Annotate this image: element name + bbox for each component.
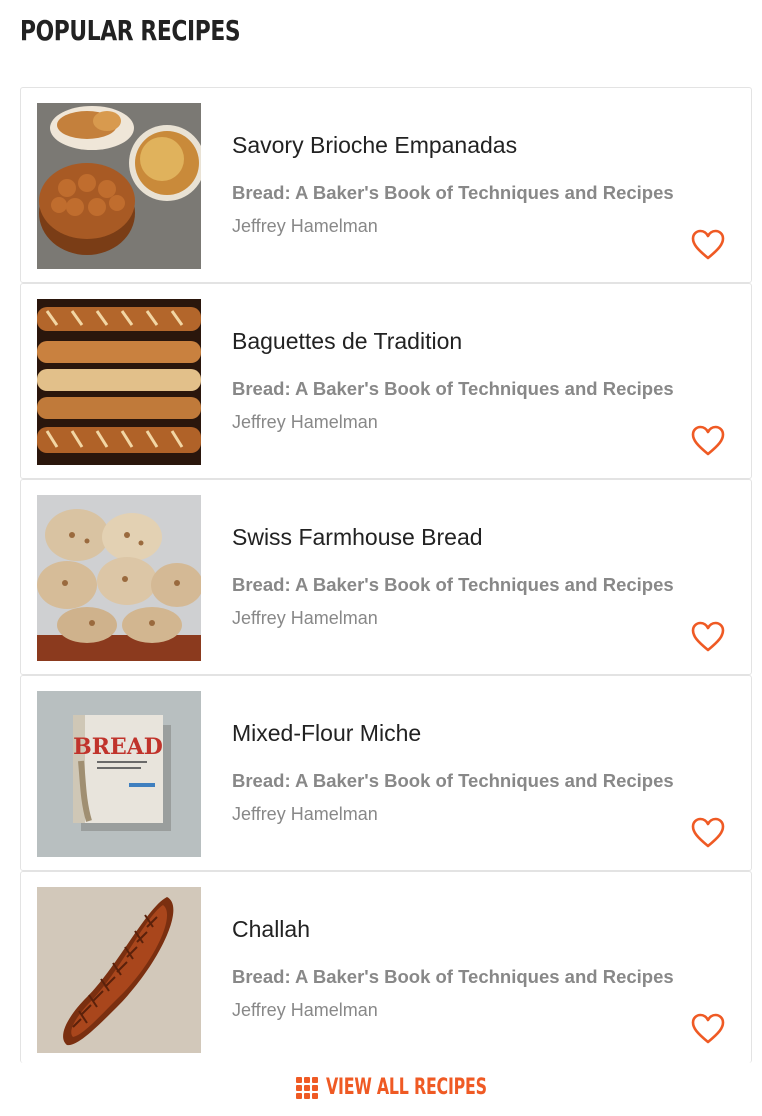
recipe-author: Jeffrey Hamelman bbox=[232, 1000, 378, 1020]
recipe-author: Jeffrey Hamelman bbox=[232, 216, 378, 236]
recipe-title[interactable]: Savory Brioche Empanadas bbox=[232, 132, 517, 159]
recipe-image[interactable] bbox=[37, 299, 201, 465]
favorite-heart-icon[interactable] bbox=[691, 817, 725, 849]
recipe-image[interactable] bbox=[37, 103, 201, 269]
recipe-image[interactable] bbox=[37, 495, 201, 661]
favorite-heart-icon[interactable] bbox=[691, 425, 725, 457]
recipe-card[interactable]: Challah Bread: A Baker's Book of Techniq… bbox=[20, 871, 752, 1063]
grid-icon bbox=[296, 1076, 318, 1099]
recipe-author: Jeffrey Hamelman bbox=[232, 608, 378, 628]
recipe-author: Jeffrey Hamelman bbox=[232, 412, 378, 432]
recipe-card[interactable]: BREAD Mixed-Flour Miche Bread: A Baker's… bbox=[20, 675, 752, 871]
recipe-list: Savory Brioche Empanadas Bread: A Baker'… bbox=[20, 87, 752, 1063]
recipe-book[interactable]: Bread: A Baker's Book of Techniques and … bbox=[232, 378, 674, 400]
recipe-book[interactable]: Bread: A Baker's Book of Techniques and … bbox=[232, 770, 674, 792]
recipe-book[interactable]: Bread: A Baker's Book of Techniques and … bbox=[232, 574, 674, 596]
recipe-title[interactable]: Baguettes de Tradition bbox=[232, 328, 462, 355]
favorite-heart-icon[interactable] bbox=[691, 621, 725, 653]
favorite-heart-icon[interactable] bbox=[691, 229, 725, 261]
view-all-label[interactable]: VIEW ALL RECIPES bbox=[326, 1075, 487, 1100]
view-all-recipes-link[interactable]: VIEW ALL RECIPES bbox=[296, 1075, 549, 1100]
recipe-title[interactable]: Challah bbox=[232, 916, 310, 943]
section-title: POPULAR RECIPES bbox=[20, 14, 241, 47]
recipe-book[interactable]: Bread: A Baker's Book of Techniques and … bbox=[232, 182, 674, 204]
recipe-card[interactable]: Baguettes de Tradition Bread: A Baker's … bbox=[20, 283, 752, 479]
recipe-image[interactable] bbox=[37, 887, 201, 1053]
recipe-author: Jeffrey Hamelman bbox=[232, 804, 378, 824]
recipe-title[interactable]: Mixed-Flour Miche bbox=[232, 720, 421, 747]
recipe-card[interactable]: Savory Brioche Empanadas Bread: A Baker'… bbox=[20, 87, 752, 283]
recipe-image[interactable]: BREAD bbox=[37, 691, 201, 857]
recipe-book[interactable]: Bread: A Baker's Book of Techniques and … bbox=[232, 966, 674, 988]
recipe-title[interactable]: Swiss Farmhouse Bread bbox=[232, 524, 483, 551]
favorite-heart-icon[interactable] bbox=[691, 1013, 725, 1045]
svg-text:BREAD: BREAD bbox=[73, 734, 163, 760]
recipe-card[interactable]: Swiss Farmhouse Bread Bread: A Baker's B… bbox=[20, 479, 752, 675]
